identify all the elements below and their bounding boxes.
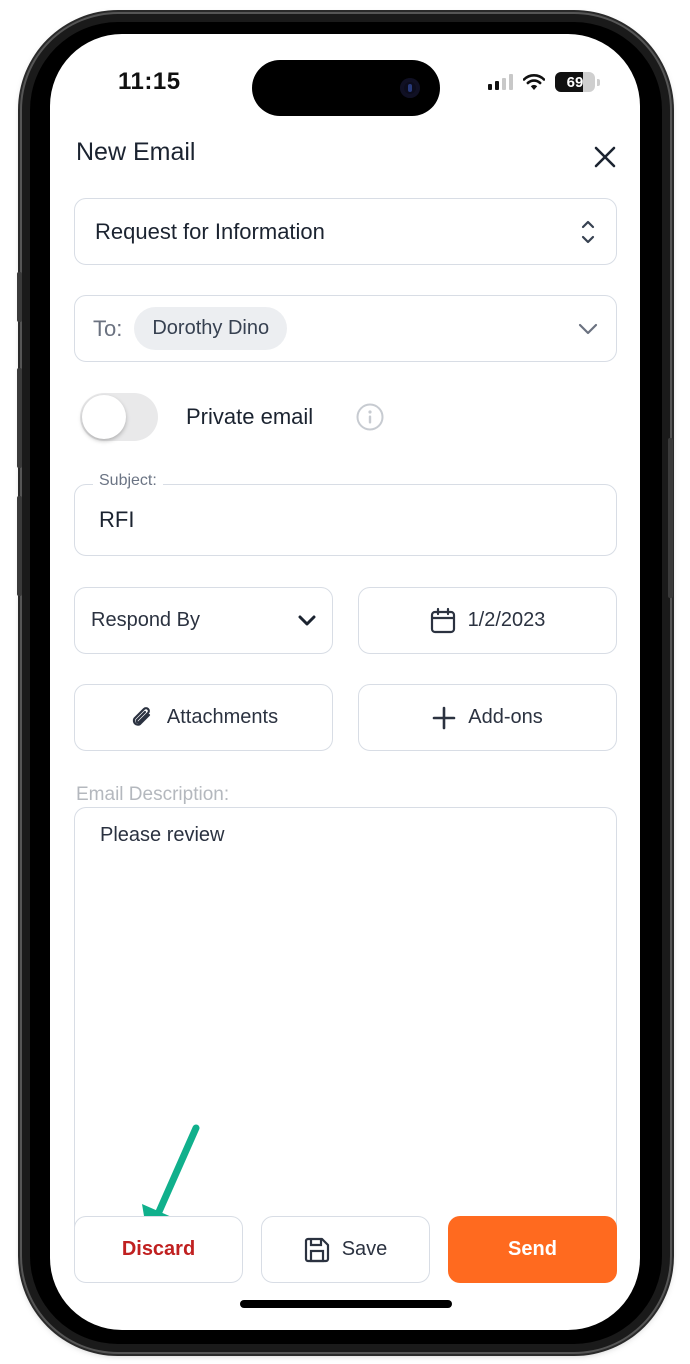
description-textarea[interactable]: Please review [74, 807, 617, 1227]
dynamic-island [252, 60, 440, 116]
attachments-button[interactable]: Attachments [74, 684, 333, 751]
screen: 11:15 69 New Email Request for Informati… [50, 34, 640, 1330]
subject-value: RFI [99, 507, 135, 532]
private-email-label: Private email [186, 404, 314, 429]
chevron-down-icon [298, 615, 316, 625]
respond-by-label: Respond By [91, 609, 200, 631]
save-label: Save [341, 1238, 388, 1260]
to-label: To: [93, 315, 123, 341]
home-indicator[interactable] [240, 1300, 452, 1308]
power-button [668, 438, 673, 598]
wifi-icon [523, 74, 545, 90]
add-ons-label: Add-ons [468, 706, 543, 728]
volume-up-button [17, 368, 22, 468]
private-email-toggle[interactable] [80, 393, 158, 441]
battery-icon: 69 [555, 72, 595, 92]
camera-icon [400, 78, 420, 98]
chevron-down-icon [578, 323, 598, 334]
paperclip-icon [132, 706, 151, 726]
subject-field[interactable]: Subject: RFI [74, 472, 617, 556]
chevron-up-down-icon [581, 220, 595, 243]
respond-by-select[interactable]: Respond By [74, 587, 333, 654]
calendar-icon [430, 607, 455, 633]
battery-nub [597, 78, 600, 86]
description-value: Please review [100, 824, 225, 846]
close-button[interactable] [590, 142, 620, 172]
subject-label: Subject: [93, 472, 163, 490]
due-date-button[interactable]: 1/2/2023 [358, 587, 617, 654]
add-ons-button[interactable]: Add-ons [358, 684, 617, 751]
attachments-label: Attachments [166, 706, 279, 728]
recipient-chip[interactable]: Dorothy Dino [134, 307, 288, 350]
page-title: New Email [76, 138, 196, 166]
plus-icon [432, 706, 456, 729]
status-time: 11:15 [118, 68, 181, 95]
toggle-knob [82, 395, 126, 439]
mute-switch [17, 272, 22, 322]
description-label: Email Description: [76, 784, 230, 805]
email-type-select[interactable]: Request for Information [74, 198, 617, 265]
volume-down-button [17, 496, 22, 596]
email-type-value: Request for Information [95, 218, 325, 244]
status-icons: 69 [488, 72, 600, 92]
close-icon [594, 146, 616, 168]
cellular-signal-icon [488, 74, 513, 90]
info-icon[interactable] [356, 403, 384, 431]
send-button[interactable]: Send [448, 1216, 617, 1283]
discard-button[interactable]: Discard [74, 1216, 243, 1283]
save-button[interactable]: Save [261, 1216, 430, 1283]
battery-level: 69 [566, 73, 584, 91]
floppy-disk-icon [304, 1237, 329, 1262]
due-date-value: 1/2/2023 [467, 609, 546, 631]
recipients-field[interactable]: To: Dorothy Dino [74, 295, 617, 362]
